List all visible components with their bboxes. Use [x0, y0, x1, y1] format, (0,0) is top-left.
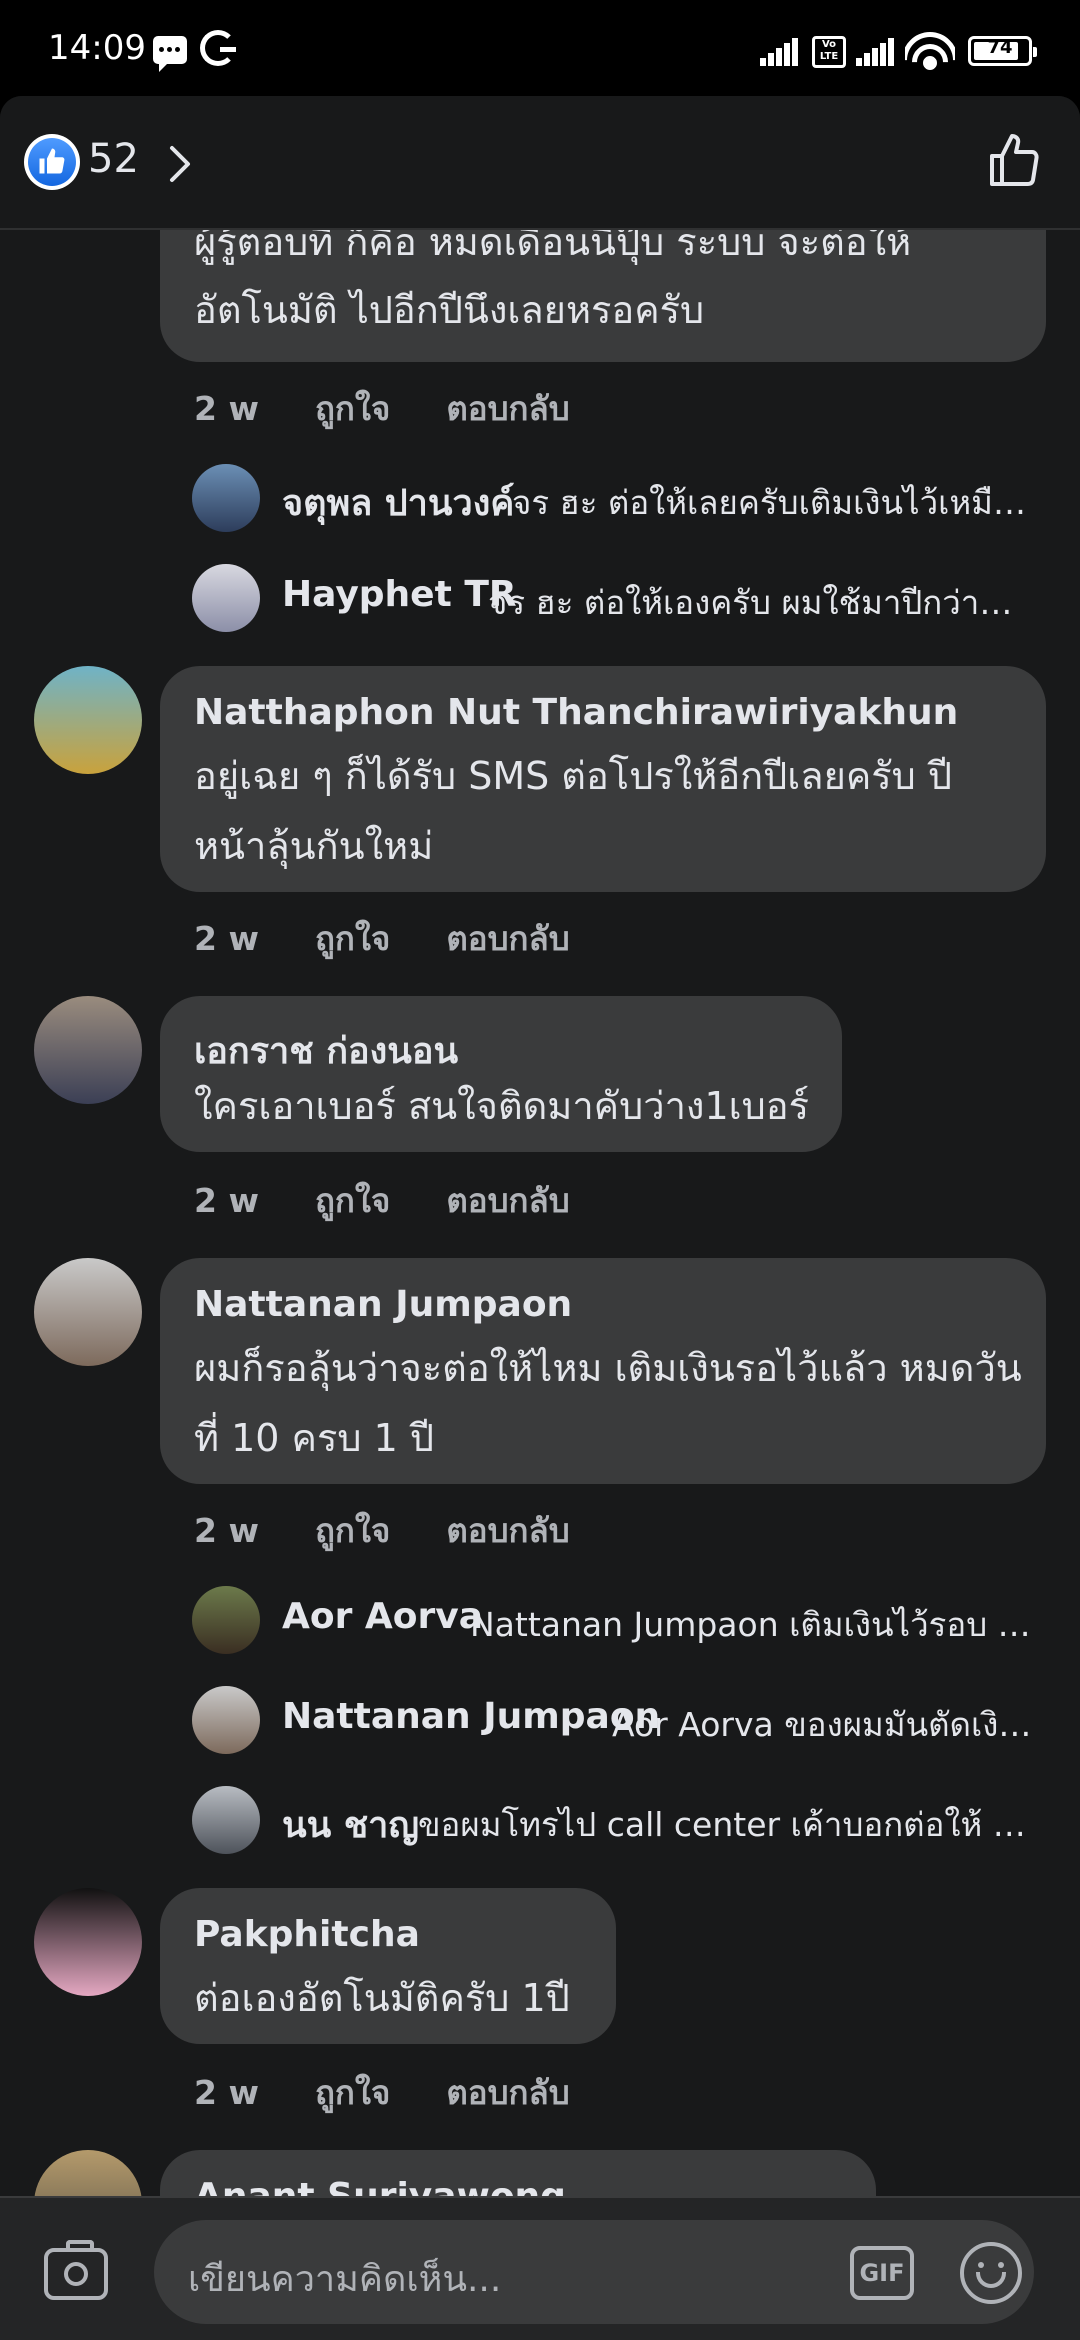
signal-icon-2	[856, 38, 896, 66]
comment-text: หน้าลุ้นกันใหม่	[194, 824, 434, 868]
avatar[interactable]	[192, 1586, 260, 1654]
like-reaction-icon[interactable]	[24, 134, 80, 190]
reply-text: จร ฮะ ต่อให้เลยครับเติมเงินไว้เหมือนเดิม	[512, 483, 1032, 522]
reply-preview[interactable]: Hayphet TR จร ฮะ ต่อให้เองครับ ผมใช้มาปี…	[192, 564, 1052, 634]
like-count[interactable]: 52	[88, 136, 139, 182]
comment-author[interactable]: Natthaphon Nut Thanchirawiriyakhun	[194, 692, 958, 733]
comment-meta: 2 w ถูกใจ ตอบกลับ	[194, 382, 626, 435]
wifi-icon	[905, 28, 955, 72]
comment-author[interactable]: Pakphitcha	[194, 1914, 420, 1955]
reply-preview[interactable]: Nattanan Jumpaon Aor Aorva ของผมมันตัดเง…	[192, 1686, 1052, 1756]
emoji-icon[interactable]	[960, 2242, 1022, 2304]
like-link[interactable]: ถูกใจ	[315, 919, 390, 958]
reply-text: จร ฮะ ต่อให้เองครับ ผมใช้มาปีกว่าแล้วครั…	[488, 583, 1032, 622]
reply-preview[interactable]: Aor Aorva Nattanan Jumpaon เติมเงินไว้รอ…	[192, 1586, 1052, 1656]
reply-link[interactable]: ตอบกลับ	[446, 1181, 569, 1220]
comment-text: อยู่เฉย ๆ ก็ได้รับ SMS ต่อโปรให้อีกปีเลย…	[194, 754, 952, 798]
reply-text: Nattanan Jumpaon เติมเงินไว้รอบ 1 ปี	[470, 1605, 1032, 1644]
battery-level: 74	[987, 37, 1013, 58]
like-link[interactable]: ถูกใจ	[315, 1181, 390, 1220]
message-notification-icon	[153, 36, 187, 72]
avatar[interactable]	[34, 1258, 142, 1366]
comments-sheet: ผู้รู้ตอบที ก็คือ หมดเดือนนี้ปุ๊บ ระบบ จ…	[0, 96, 1080, 2340]
chevron-right-icon[interactable]	[160, 140, 200, 188]
like-link[interactable]: ถูกใจ	[315, 1511, 390, 1550]
comment-time: 2 w	[194, 1181, 259, 1220]
comment-time: 2 w	[194, 919, 259, 958]
gif-button[interactable]: GIF	[850, 2246, 914, 2300]
comment-author[interactable]: Nattanan Jumpaon	[194, 1284, 572, 1325]
reply-text: Aor Aorva ของผมมันตัดเงินไปแล้ว	[612, 1705, 1032, 1744]
avatar[interactable]	[34, 996, 142, 1104]
comment-text: ที่ 10 ครบ 1 ปี	[194, 1416, 434, 1460]
reply-link[interactable]: ตอบกลับ	[446, 389, 569, 428]
avatar[interactable]	[34, 1888, 142, 1996]
comment-meta: 2 w ถูกใจ ตอบกลับ	[194, 1174, 626, 1227]
status-bar: 14:09 Vo LTE 74	[0, 0, 1080, 100]
reply-text: ขอผมโทรไป call center เค้าบอกต่อให้ 1 ปี…	[418, 1805, 1032, 1844]
comment-time: 2 w	[194, 2073, 259, 2112]
thumbs-up-icon	[39, 148, 65, 174]
signal-icon	[760, 38, 800, 66]
comment-text: อัตโนมัติ ไปอีกปีนึงเลยหรอครับ	[194, 288, 705, 332]
battery-icon: 74	[968, 36, 1037, 66]
like-button-icon[interactable]	[986, 130, 1046, 190]
comment-time: 2 w	[194, 1511, 259, 1550]
comment-input[interactable]: เขียนความคิดเห็น... GIF	[154, 2220, 1034, 2324]
reactions-header: 52	[0, 96, 1080, 230]
camera-icon[interactable]	[44, 2240, 108, 2300]
volte-icon: Vo LTE	[812, 36, 846, 68]
avatar[interactable]	[34, 666, 142, 774]
comment-text: ต่อเองอัตโนมัติครับ 1ปี	[194, 1976, 570, 2020]
comment-text: ผมก็รอลุ้นว่าจะต่อให้ไหม เติมเงินรอไว้แล…	[194, 1346, 1022, 1390]
comment-composer: เขียนความคิดเห็น... GIF	[0, 2196, 1080, 2340]
comment-time: 2 w	[194, 389, 259, 428]
status-time: 14:09	[48, 28, 146, 68]
reply-author: Hayphet TR	[282, 574, 517, 615]
comment-author[interactable]: เอกราช ก่องนอน	[194, 1022, 458, 1079]
comment-meta: 2 w ถูกใจ ตอบกลับ	[194, 912, 626, 965]
like-link[interactable]: ถูกใจ	[315, 2073, 390, 2112]
reply-author: Nattanan Jumpaon	[282, 1696, 661, 1737]
reply-author: นน ชาญ	[282, 1805, 420, 1846]
comments-feed[interactable]: ผู้รู้ตอบที ก็คือ หมดเดือนนี้ปุ๊บ ระบบ จ…	[0, 96, 1080, 2306]
google-icon	[200, 30, 236, 66]
reply-link[interactable]: ตอบกลับ	[446, 919, 569, 958]
reply-link[interactable]: ตอบกลับ	[446, 2073, 569, 2112]
comment-text: ใครเอาเบอร์ สนใจติดมาคับว่าง1เบอร์	[194, 1084, 809, 1128]
avatar[interactable]	[192, 564, 260, 632]
reply-preview[interactable]: นน ชาญ ขอผมโทรไป call center เค้าบอกต่อใ…	[192, 1786, 1052, 1856]
avatar[interactable]	[192, 1786, 260, 1854]
reply-author: Aor Aorva	[282, 1596, 483, 1637]
comment-meta: 2 w ถูกใจ ตอบกลับ	[194, 2066, 626, 2119]
reply-link[interactable]: ตอบกลับ	[446, 1511, 569, 1550]
comment-meta: 2 w ถูกใจ ตอบกลับ	[194, 1504, 626, 1557]
like-link[interactable]: ถูกใจ	[315, 389, 390, 428]
comment-input-placeholder[interactable]: เขียนความคิดเห็น...	[188, 2250, 501, 2307]
reply-preview[interactable]: จตุพล ปานวงค์ จร ฮะ ต่อให้เลยครับเติมเงิ…	[192, 464, 1052, 534]
reply-author: จตุพล ปานวงค์	[282, 483, 515, 524]
avatar[interactable]	[192, 464, 260, 532]
avatar[interactable]	[192, 1686, 260, 1754]
